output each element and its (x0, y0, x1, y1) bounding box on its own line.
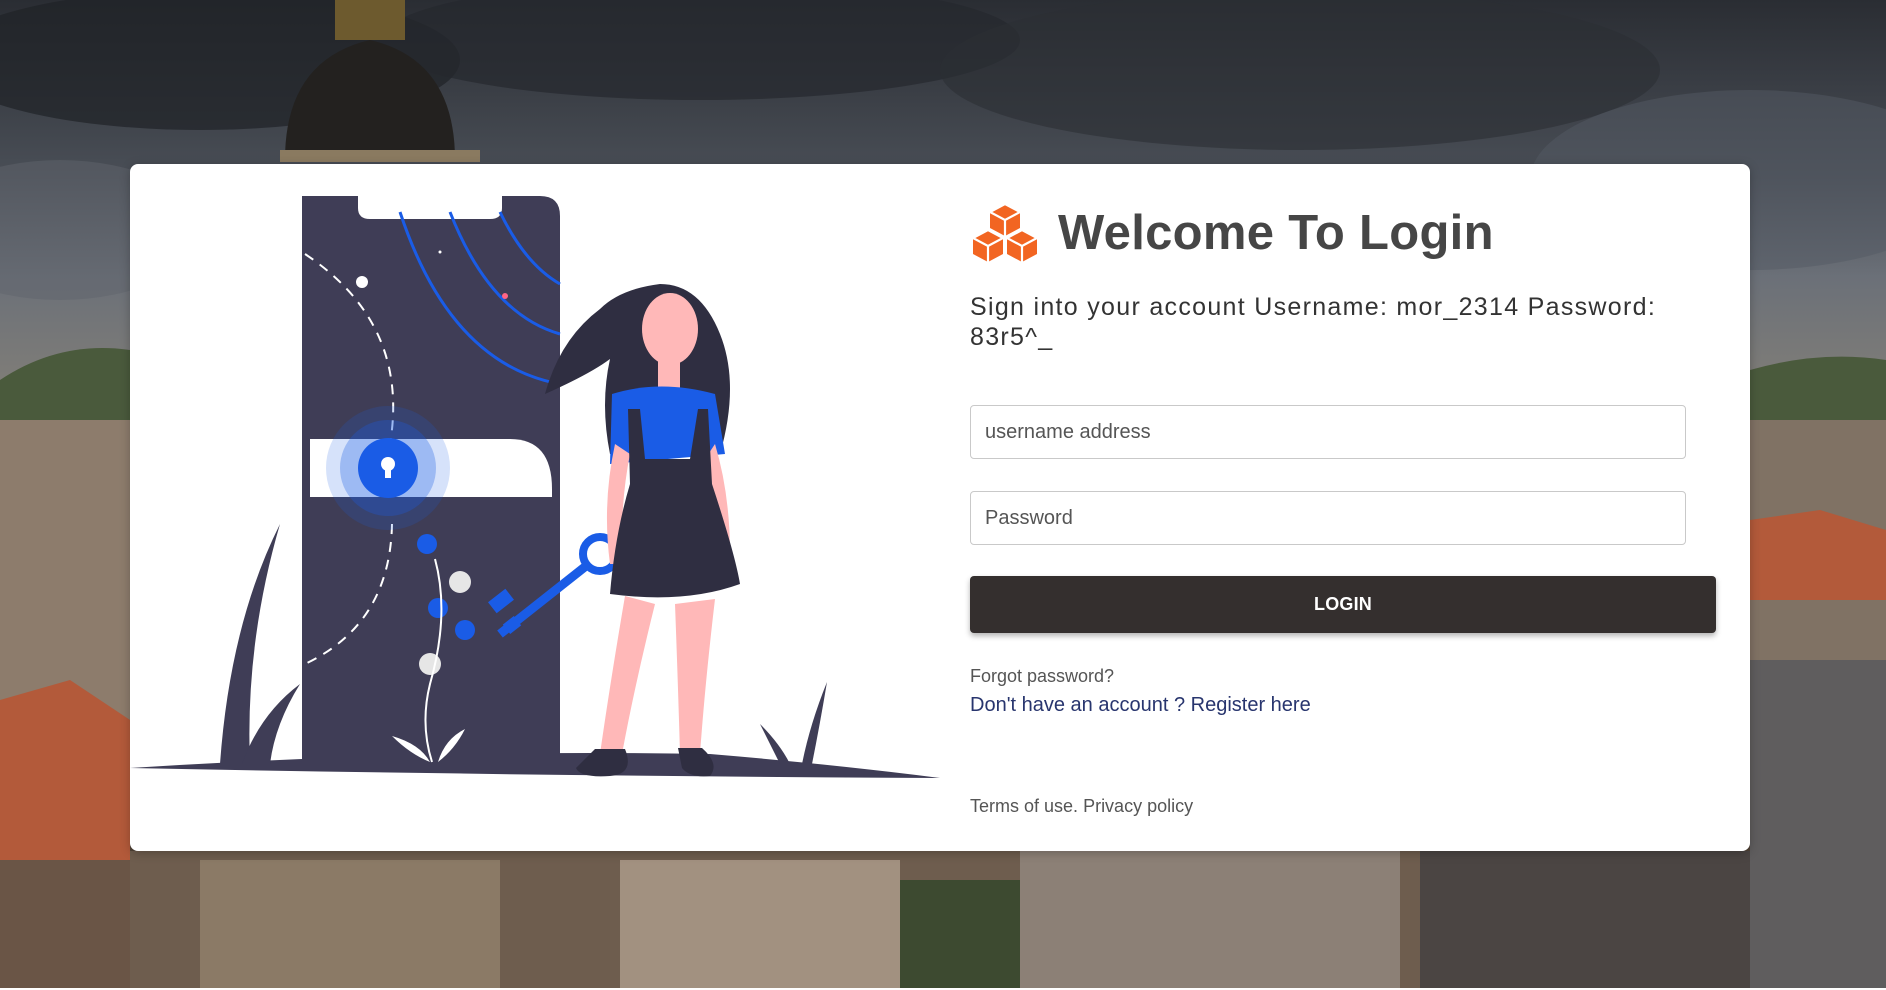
login-card: Welcome To Login Sign into your account … (130, 164, 1750, 851)
login-illustration (130, 164, 950, 851)
privacy-link[interactable]: Privacy policy (1083, 796, 1193, 816)
login-button[interactable]: LOGIN (970, 576, 1716, 633)
brand-header: Welcome To Login (970, 202, 1494, 264)
terms-link[interactable]: Terms of use. (970, 796, 1078, 816)
username-input[interactable] (970, 405, 1686, 459)
page-title: Welcome To Login (1058, 206, 1494, 260)
cubes-icon (970, 202, 1040, 262)
password-input[interactable] (970, 491, 1686, 545)
login-subtitle: Sign into your account Username: mor_231… (970, 293, 1657, 351)
register-link[interactable]: Don't have an account ? Register here (970, 694, 1311, 717)
footer-links: Terms of use. Privacy policy (970, 796, 1193, 817)
login-form: Welcome To Login Sign into your account … (970, 164, 1720, 851)
forgot-password-link[interactable]: Forgot password? (970, 666, 1114, 687)
